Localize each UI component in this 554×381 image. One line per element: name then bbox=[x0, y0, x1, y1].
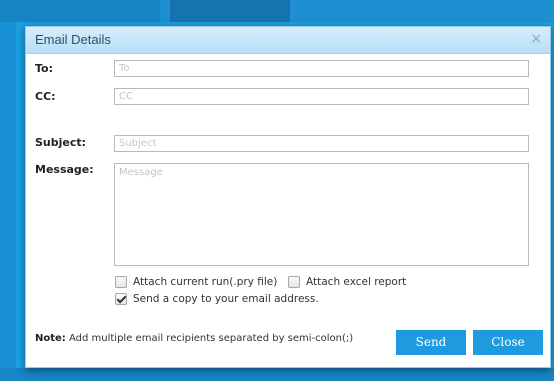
message-label: Message: bbox=[35, 163, 94, 176]
dialog-titlebar: Email Details × bbox=[26, 27, 550, 54]
subject-label: Subject: bbox=[35, 136, 87, 149]
send-copy-option[interactable]: Send a copy to your email address. bbox=[115, 293, 319, 305]
background-footer bbox=[0, 368, 554, 381]
dialog-title: Email Details bbox=[35, 32, 111, 47]
attach-excel-label: Attach excel report bbox=[306, 276, 407, 288]
send-button[interactable]: Send bbox=[396, 330, 466, 355]
checkbox-icon[interactable] bbox=[115, 276, 127, 288]
cc-label: CC: bbox=[35, 90, 56, 103]
background-panel bbox=[170, 0, 290, 22]
subject-field[interactable]: Subject bbox=[114, 135, 529, 152]
email-details-dialog: Email Details × To: To CC: CC Subject: S… bbox=[25, 26, 551, 368]
checkbox-icon[interactable] bbox=[288, 276, 300, 288]
attach-excel-option[interactable]: Attach excel report bbox=[288, 276, 406, 288]
note-prefix: Note: bbox=[35, 333, 66, 344]
close-icon[interactable]: × bbox=[530, 31, 542, 47]
to-field[interactable]: To bbox=[114, 60, 529, 77]
send-copy-label: Send a copy to your email address. bbox=[133, 293, 319, 305]
attach-run-label: Attach current run(.pry file) bbox=[133, 276, 278, 288]
background-sidebar bbox=[0, 22, 16, 381]
background-header bbox=[0, 0, 554, 22]
to-label: To: bbox=[35, 62, 53, 75]
attach-run-option[interactable]: Attach current run(.pry file) bbox=[115, 276, 277, 288]
note-text: Add multiple email recipients separated … bbox=[65, 333, 354, 344]
cc-field[interactable]: CC bbox=[114, 88, 529, 105]
close-button[interactable]: Close bbox=[473, 330, 543, 355]
recipients-note: Note: Add multiple email recipients sepa… bbox=[35, 333, 353, 344]
message-field[interactable]: Message bbox=[114, 163, 529, 266]
checkbox-checked-icon[interactable] bbox=[115, 293, 127, 305]
background-panel bbox=[0, 0, 160, 22]
